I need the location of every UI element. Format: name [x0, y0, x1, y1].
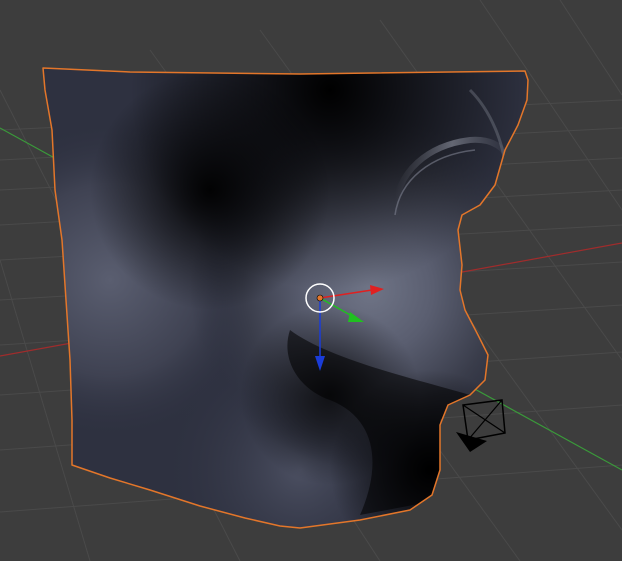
face-mesh[interactable]: [0, 0, 622, 561]
camera-object-icon[interactable]: [456, 399, 506, 452]
object-origin-icon: [316, 294, 324, 302]
3d-viewport[interactable]: [0, 0, 622, 561]
